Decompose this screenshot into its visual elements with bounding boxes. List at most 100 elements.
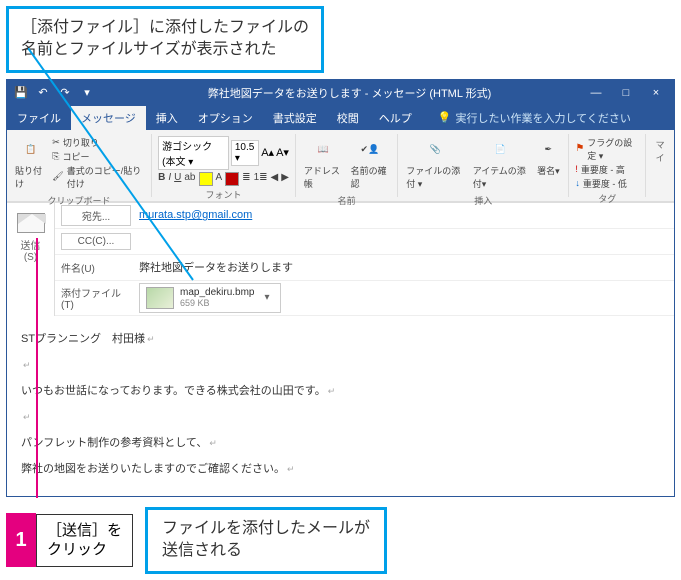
send-key: (S) (7, 252, 54, 263)
group-clipboard: 📋 貼り付け ✂ 切り取り ⎘ コピー 🖌 書式のコピー/貼り付け クリップボー… (7, 134, 152, 197)
format-painter-button[interactable]: 🖌 書式のコピー/貼り付け (52, 164, 145, 190)
save-icon[interactable]: 💾 (11, 83, 31, 103)
attachment-dropdown-icon[interactable]: ▾ (260, 292, 273, 303)
low-importance-button[interactable]: ↓ 重要度 - 低 (575, 177, 639, 190)
window-controls: — □ × (582, 87, 670, 99)
my-label: マイ (652, 138, 668, 164)
step-number: 1 (6, 513, 36, 567)
flag-icon: ⚑ (575, 143, 584, 154)
body-line-3: パンフレット制作の参考資料として、 (21, 437, 207, 449)
bottom-annotations: 1 ［送信］を クリック ファイルを添付したメールが 送信される (6, 507, 675, 574)
paste-label: 貼り付け (15, 164, 46, 190)
increase-font-icon[interactable]: A▴ (261, 146, 274, 159)
outlook-window: 💾 ↶ ↷ ▾ 弊社地図データをお送りします - メッセージ (HTML 形式)… (6, 79, 675, 497)
paperclip-icon: 📎 (423, 138, 447, 162)
flag-button[interactable]: ⚑フラグの設定 ▾ (575, 136, 639, 162)
to-button[interactable]: 宛先... (61, 205, 131, 226)
attachitem-button[interactable]: 📄 アイテムの添付▾ (471, 136, 531, 192)
decrease-font-icon[interactable]: A▾ (276, 146, 289, 159)
paste-icon: 📋 (19, 138, 43, 162)
tab-review[interactable]: 校閲 (327, 106, 369, 130)
font-color[interactable] (225, 172, 239, 186)
titlebar: 💾 ↶ ↷ ▾ 弊社地図データをお送りします - メッセージ (HTML 形式)… (7, 80, 674, 106)
tell-me-box[interactable]: 💡 実行したい作業を入力してください (430, 106, 639, 130)
minimize-button[interactable]: — (582, 87, 610, 99)
attachment-name: map_dekiru.bmp (180, 287, 254, 298)
step-1: 1 ［送信］を クリック (6, 507, 133, 574)
subject-label: 件名(U) (61, 260, 131, 275)
signature-button[interactable]: ✒ 署名▾ (534, 136, 562, 179)
ribbon: 📋 貼り付け ✂ 切り取り ⎘ コピー 🖌 書式のコピー/貼り付け クリップボー… (7, 130, 674, 202)
numbering-icon[interactable]: 1≣ (254, 172, 268, 186)
tab-file[interactable]: ファイル (7, 106, 71, 130)
redo-icon[interactable]: ↷ (55, 83, 75, 103)
highlight-color[interactable] (199, 172, 213, 186)
close-button[interactable]: × (642, 87, 670, 99)
body-line-4: 弊社の地図をお送りいたしますのでご確認ください。 (21, 463, 285, 475)
group-font: 游ゴシック (本文 ▾ 10.5 ▾ A▴ A▾ B I U ab A ≣ 1≣… (152, 134, 296, 197)
step-text: ［送信］を クリック (36, 514, 133, 567)
group-names: 📖 アドレス帳 ✔👤 名前の確認 名前 (296, 134, 398, 197)
tab-insert[interactable]: 挿入 (146, 106, 188, 130)
cc-button[interactable]: CC(C)... (61, 233, 131, 250)
header-fields: 宛先... murata.stp@gmail.com CC(C)... 件名(U… (55, 203, 674, 316)
exclamation-icon: ! (575, 164, 578, 174)
send-button[interactable]: 送信 (S) (7, 203, 55, 316)
cut-button[interactable]: ✂ 切り取り (52, 136, 145, 149)
callout-bottom-text: ファイルを添付したメールが 送信される (162, 520, 370, 559)
checknames-icon: ✔👤 (358, 138, 382, 162)
group-include: 📎 ファイルの添付 ▾ 📄 アイテムの添付▾ ✒ 署名▾ 挿入 (398, 134, 569, 197)
checknames-button[interactable]: ✔👤 名前の確認 (349, 136, 392, 192)
attach-label: 添付ファイル(T) (61, 285, 131, 311)
font-size-select[interactable]: 10.5 ▾ (231, 140, 259, 166)
highlight-icon[interactable]: ab (184, 172, 195, 186)
quick-access-toolbar: 💾 ↶ ↷ ▾ (11, 83, 97, 103)
callout-top: ［添付ファイル］に添付したファイルの 名前とファイルサイズが表示された (6, 6, 324, 73)
tell-me-text: 実行したい作業を入力してください (455, 110, 630, 126)
body-line-1: STプランニング 村田様 (21, 333, 145, 345)
addressbook-icon: 📖 (311, 138, 335, 162)
attachfile-button[interactable]: 📎 ファイルの添付 ▾ (404, 136, 466, 192)
paste-button[interactable]: 📋 貼り付け (13, 136, 48, 192)
bold-button[interactable]: B (158, 172, 165, 186)
indent-right-icon[interactable]: ▶ (281, 172, 289, 186)
attachitem-icon: 📄 (489, 138, 513, 162)
pointer-line-step1 (36, 238, 38, 498)
tab-options[interactable]: オプション (188, 106, 263, 130)
subject-field[interactable]: 弊社地図データをお送りします (139, 259, 668, 275)
maximize-button[interactable]: □ (612, 87, 640, 99)
font-name-select[interactable]: 游ゴシック (本文 ▾ (158, 136, 229, 170)
lightbulb-icon: 💡 (438, 111, 452, 124)
compose-area: 送信 (S) 宛先... murata.stp@gmail.com CC(C).… (7, 202, 674, 316)
signature-icon: ✒ (536, 138, 560, 162)
window-title: 弊社地図データをお送りします - メッセージ (HTML 形式) (117, 85, 582, 101)
underline-button[interactable]: U (174, 172, 181, 186)
body-line-2: いつもお世話になっております。できる株式会社の山田です。 (21, 385, 326, 397)
callout-top-text: ［添付ファイル］に添付したファイルの 名前とファイルサイズが表示された (21, 19, 309, 58)
attachment-size: 659 KB (180, 298, 254, 308)
font-group-label: フォント (158, 188, 289, 201)
indent-left-icon[interactable]: ◀ (271, 172, 279, 186)
callout-bottom: ファイルを添付したメールが 送信される (145, 507, 387, 574)
tab-help[interactable]: ヘルプ (369, 106, 422, 130)
addressbook-button[interactable]: 📖 アドレス帳 (302, 136, 345, 192)
message-body[interactable]: STプランニング 村田様↵ ↵ いつもお世話になっております。できる株式会社の山… (7, 316, 674, 496)
arrow-down-icon: ↓ (575, 178, 580, 188)
high-importance-button[interactable]: ! 重要度 - 高 (575, 163, 639, 176)
attachment-item[interactable]: map_dekiru.bmp 659 KB ▾ (139, 283, 281, 313)
qat-more-icon[interactable]: ▾ (77, 83, 97, 103)
tab-format[interactable]: 書式設定 (263, 106, 327, 130)
group-my: マイ (646, 134, 674, 197)
send-label: 送信 (7, 237, 54, 252)
envelope-icon (17, 213, 45, 233)
undo-icon[interactable]: ↶ (33, 83, 53, 103)
to-field[interactable]: murata.stp@gmail.com (139, 209, 668, 221)
bullets-icon[interactable]: ≣ (242, 172, 250, 186)
italic-button[interactable]: I (168, 172, 171, 186)
ribbon-tabs: ファイル メッセージ 挿入 オプション 書式設定 校閲 ヘルプ 💡 実行したい作… (7, 106, 674, 130)
group-tags: ⚑フラグの設定 ▾ ! 重要度 - 高 ↓ 重要度 - 低 タグ (569, 134, 646, 197)
font-color-icon[interactable]: A (216, 172, 223, 186)
copy-button[interactable]: ⎘ コピー (52, 150, 145, 163)
tab-message[interactable]: メッセージ (71, 106, 146, 130)
attachment-thumbnail-icon (146, 287, 174, 309)
